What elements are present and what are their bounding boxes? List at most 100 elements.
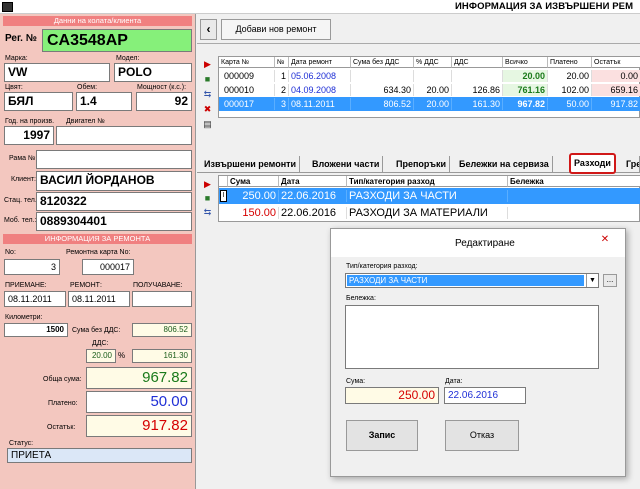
tab-bar: Извършени ремонти Вложени части Препорък… [197,152,640,174]
sum-no-vat-label: Сума без ДДС: [72,327,121,334]
total-field: 967.82 [86,367,192,389]
power-label: Мощност (к.с.): [137,84,187,91]
cell-sum: 634.30 [351,84,414,96]
receive-label: ПОЛУЧАВАНЕ: [133,282,183,289]
frame-field[interactable] [36,150,192,169]
cell-sum [351,70,414,82]
cell-exp-date: 22.06.2016 [279,207,347,219]
repair-card-field[interactable]: 000017 [82,259,134,275]
model-field[interactable]: POLO [114,63,192,82]
col-vat-pct: % ДДС [414,57,452,68]
col-exp-date: Дата [279,176,347,187]
status-label: Статус: [9,440,34,447]
cell-remaining: 659.16 [592,84,640,96]
table-row-selected[interactable]: 000017 3 08.11.2011 806.52 20.00 161.30 … [219,97,640,111]
type-label: Тип/категория разход: [346,263,418,270]
type-select[interactable]: РАЗХОДИ ЗА ЧАСТИ ▼ [345,273,599,288]
repair-card-label: Ремонтна карта No: [66,249,131,256]
browse-button[interactable]: ... [603,274,617,287]
cell-paid: 50.00 [548,98,592,110]
repair-section-header: ИНФОРМАЦИЯ ЗА РЕМОНТА [3,234,192,244]
repair-no-field[interactable]: 3 [4,259,60,275]
open-repair-icon[interactable]: ▶ [201,58,214,70]
close-icon[interactable]: ✕ [593,233,617,247]
cell-total: 761.16 [503,84,548,96]
cell-vat: 126.86 [452,84,503,96]
cell-exp-type: РАЗХОДИ ЗА ЧАСТИ [347,190,508,202]
back-button[interactable]: ‹ [200,19,217,40]
total-label: Обща сума: [43,376,82,383]
mobile-field[interactable]: 0889304401 [36,212,192,231]
tab-expenses[interactable]: Разходи [569,153,616,174]
transfer-expense-icon[interactable]: ⇆ [201,206,214,218]
print-icon[interactable]: ▤ [201,118,214,130]
date-label: Дата: [445,378,463,385]
tab-recommendations[interactable]: Препоръки [393,156,451,172]
accept-date-field[interactable]: 08.11.2011 [4,291,66,307]
percent-sign: % [118,351,126,360]
repairs-side-toolbar: ▶ ■ ⇆ ✖ ▤ [199,56,217,136]
repair-date-field[interactable]: 08.11.2011 [68,291,130,307]
receive-date-field[interactable] [132,291,192,307]
repair-date-label: РЕМОНТ: [70,282,102,289]
tab-completed-repairs[interactable]: Извършени ремонти [201,156,301,172]
cell-paid: 102.00 [548,84,592,96]
phone-field[interactable]: 8120322 [36,192,192,211]
col-card: Карта № [219,57,275,68]
save-button[interactable]: Запис [346,420,418,451]
year-field[interactable]: 1997 [4,126,54,145]
col-exp-note: Бележка [508,176,640,187]
chevron-down-icon[interactable]: ▼ [586,274,598,287]
col-date: Дата ремонт [289,57,351,68]
expense-row[interactable]: 150.00 22.06.2016 РАЗХОДИ ЗА МАТЕРИАЛИ [219,205,640,221]
dialog-body: Тип/категория разход: РАЗХОДИ ЗА ЧАСТИ ▼… [331,257,625,476]
power-field[interactable]: 92 [136,92,192,111]
sum-label: Сума: [346,378,366,385]
delete-icon[interactable]: ✖ [201,103,214,115]
make-label: Марка: [5,55,28,62]
cell-num: 1 [275,70,289,82]
color-field[interactable]: БЯЛ [4,92,73,111]
title-bar: ИНФОРМАЦИЯ ЗА ИЗВЪРШЕНИ РЕМ [0,0,640,14]
tab-overflow[interactable]: Гре [623,156,640,172]
cell-exp-date: 22.06.2016 [279,190,347,202]
cancel-button[interactable]: Отказ [445,420,519,451]
cell-remaining: 0.00 [592,70,640,82]
sum-input[interactable]: 250.00 [345,387,439,404]
date-input[interactable]: 22.06.2016 [444,387,526,404]
table-row[interactable]: 000009 1 05.06.2008 20.00 20.00 0.00 [219,69,640,83]
cell-sum: 806.52 [351,98,414,110]
remaining-label: Остатък: [47,424,76,431]
cell-num: 3 [275,98,289,110]
note-textarea[interactable] [345,305,599,369]
copy-icon[interactable]: ■ [201,73,214,85]
cell-date: 05.06.2008 [289,70,351,82]
volume-field[interactable]: 1.4 [76,92,132,111]
make-field[interactable]: VW [4,63,110,82]
frame-label: Рама № [9,155,36,162]
reg-number-field[interactable]: CA3548AP [42,29,192,52]
km-field[interactable]: 1500 [4,323,68,337]
cell-exp-sum: 250.00 [228,190,279,202]
note-label: Бележка: [346,295,376,302]
add-expense-icon[interactable]: ■ [201,192,214,204]
status-field[interactable]: ПРИЕТА [7,448,192,463]
vat-percent-field: 20.00 [86,349,116,363]
table-row[interactable]: 000010 2 04.09.2008 634.30 20.00 126.86 … [219,83,640,97]
client-name-field[interactable]: ВАСИЛ ЙОРДАНОВ [36,171,192,191]
expense-row-selected[interactable]: I 250.00 22.06.2016 РАЗХОДИ ЗА ЧАСТИ [219,188,640,204]
col-sum-no-vat: Сума без ДДС [351,57,414,68]
engine-field[interactable] [56,126,192,145]
paid-field[interactable]: 50.00 [86,391,192,413]
transfer-icon[interactable]: ⇆ [201,88,214,100]
open-expense-icon[interactable]: ▶ [201,178,214,190]
cell-vat-pct [414,70,452,82]
cell-vat-pct: 20.00 [414,84,452,96]
cell-date: 04.09.2008 [289,84,351,96]
tab-parts[interactable]: Вложени части [309,156,384,172]
cell-card: 000017 [219,98,275,110]
add-repair-button[interactable]: Добави нов ремонт [221,19,331,40]
tab-service-notes[interactable]: Бележки на сервиза [456,156,553,172]
cell-exp-sum: 150.00 [228,207,279,219]
cell-total: 967.82 [503,98,548,110]
